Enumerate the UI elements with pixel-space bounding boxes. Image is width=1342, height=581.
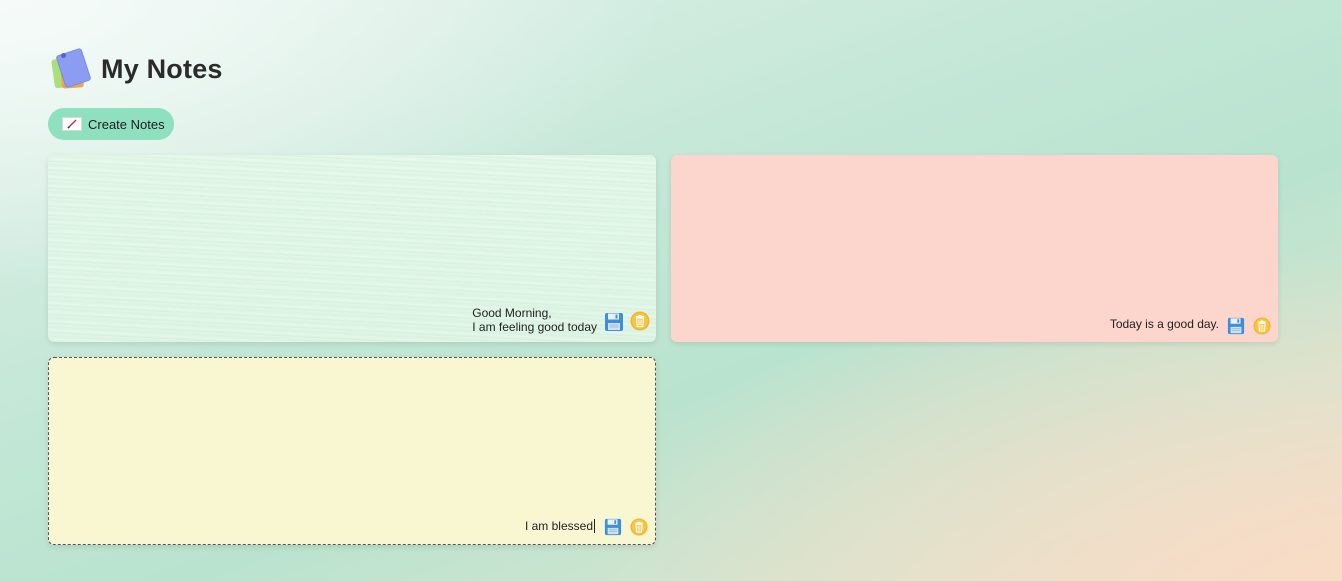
trash-icon[interactable] — [1253, 317, 1271, 335]
trash-icon[interactable] — [630, 307, 650, 335]
floppy-disk-icon[interactable] — [604, 309, 624, 335]
note-card[interactable]: Today is a good day. — [671, 155, 1278, 342]
note-text[interactable]: I am blessed — [525, 519, 595, 533]
app-header: My Notes — [51, 47, 223, 90]
create-notes-button[interactable]: Create Notes — [48, 108, 174, 140]
pencil-icon — [62, 117, 82, 131]
note-card[interactable]: Good Morning, I am feeling good today — [48, 155, 656, 342]
floppy-disk-icon[interactable] — [1227, 317, 1245, 335]
note-text[interactable]: Today is a good day. — [1110, 317, 1219, 331]
note-footer: Today is a good day. — [1110, 317, 1271, 335]
note-footer: I am blessed — [525, 518, 648, 536]
trash-icon[interactable] — [630, 518, 648, 536]
note-card[interactable]: I am blessed — [48, 357, 656, 545]
page-title: My Notes — [101, 53, 223, 84]
note-footer: Good Morning, I am feeling good today — [472, 306, 650, 335]
create-notes-label: Create Notes — [88, 116, 165, 132]
floppy-disk-icon[interactable] — [604, 518, 622, 536]
note-text[interactable]: Good Morning, I am feeling good today — [472, 306, 597, 334]
sticky-notes-icon — [51, 47, 92, 90]
